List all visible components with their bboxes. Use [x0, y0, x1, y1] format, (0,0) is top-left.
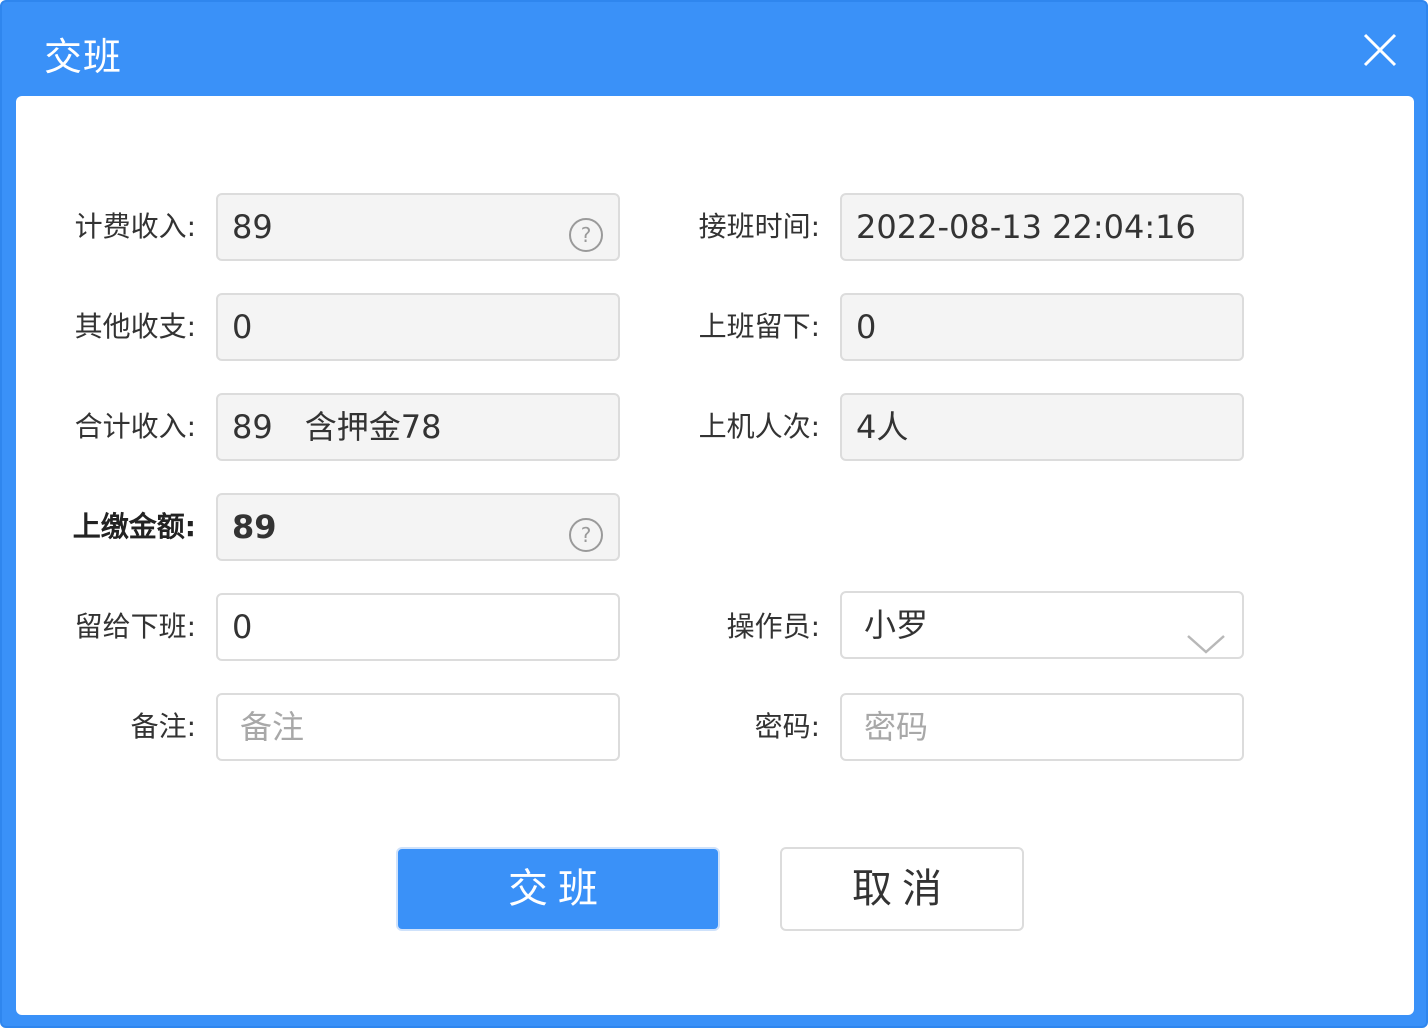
leave-for-next-input[interactable]: 0: [216, 593, 620, 661]
handover-amount-value: 89: [232, 508, 277, 546]
svg-text:?: ?: [581, 523, 592, 547]
user-sessions-label: 上机人次:: [698, 410, 820, 443]
operator-select[interactable]: 小罗: [840, 591, 1244, 659]
total-income-field: 89 含押金78: [216, 393, 620, 461]
handover-amount-label: 上缴金额:: [72, 510, 196, 543]
dialog-body: 计费收入: 89 ? 接班时间: 2022-08-13 22:04:16 其他收…: [16, 96, 1414, 1015]
other-income-field: 0: [216, 293, 620, 361]
handover-dialog: 交班 计费收入: 89 ? 接班时间: 2022-08-13 22:04:16 …: [0, 0, 1428, 1028]
password-input[interactable]: 密码: [840, 693, 1244, 761]
operator-label: 操作员:: [726, 610, 820, 643]
chevron-down-icon: [1186, 613, 1226, 654]
operator-value: 小罗: [864, 606, 929, 644]
shift-start-time-field: 2022-08-13 22:04:16: [840, 193, 1244, 261]
billing-income-label: 计费收入:: [74, 210, 196, 243]
total-income-label: 合计收入:: [74, 410, 196, 443]
cancel-button[interactable]: 取消: [780, 847, 1024, 931]
left-from-previous-field: 0: [840, 293, 1244, 361]
password-label: 密码:: [754, 710, 820, 743]
svg-text:?: ?: [581, 223, 592, 247]
handover-amount-field: 89 ?: [216, 493, 620, 561]
shift-start-time-label: 接班时间:: [698, 210, 820, 243]
remark-label: 备注:: [130, 710, 196, 743]
remark-input[interactable]: 备注: [216, 693, 620, 761]
billing-income-field: 89 ?: [216, 193, 620, 261]
close-icon[interactable]: [1360, 30, 1400, 70]
billing-income-value: 89: [232, 208, 273, 246]
dialog-title: 交班: [44, 35, 123, 79]
help-icon[interactable]: ?: [568, 210, 604, 252]
help-icon[interactable]: ?: [568, 510, 604, 552]
handover-button[interactable]: 交班: [396, 847, 720, 931]
leave-for-next-label: 留给下班:: [74, 610, 196, 643]
left-from-previous-label: 上班留下:: [698, 310, 820, 343]
user-sessions-field: 4人: [840, 393, 1244, 461]
dialog-titlebar: 交班: [2, 2, 1426, 96]
other-income-label: 其他收支:: [74, 310, 196, 343]
